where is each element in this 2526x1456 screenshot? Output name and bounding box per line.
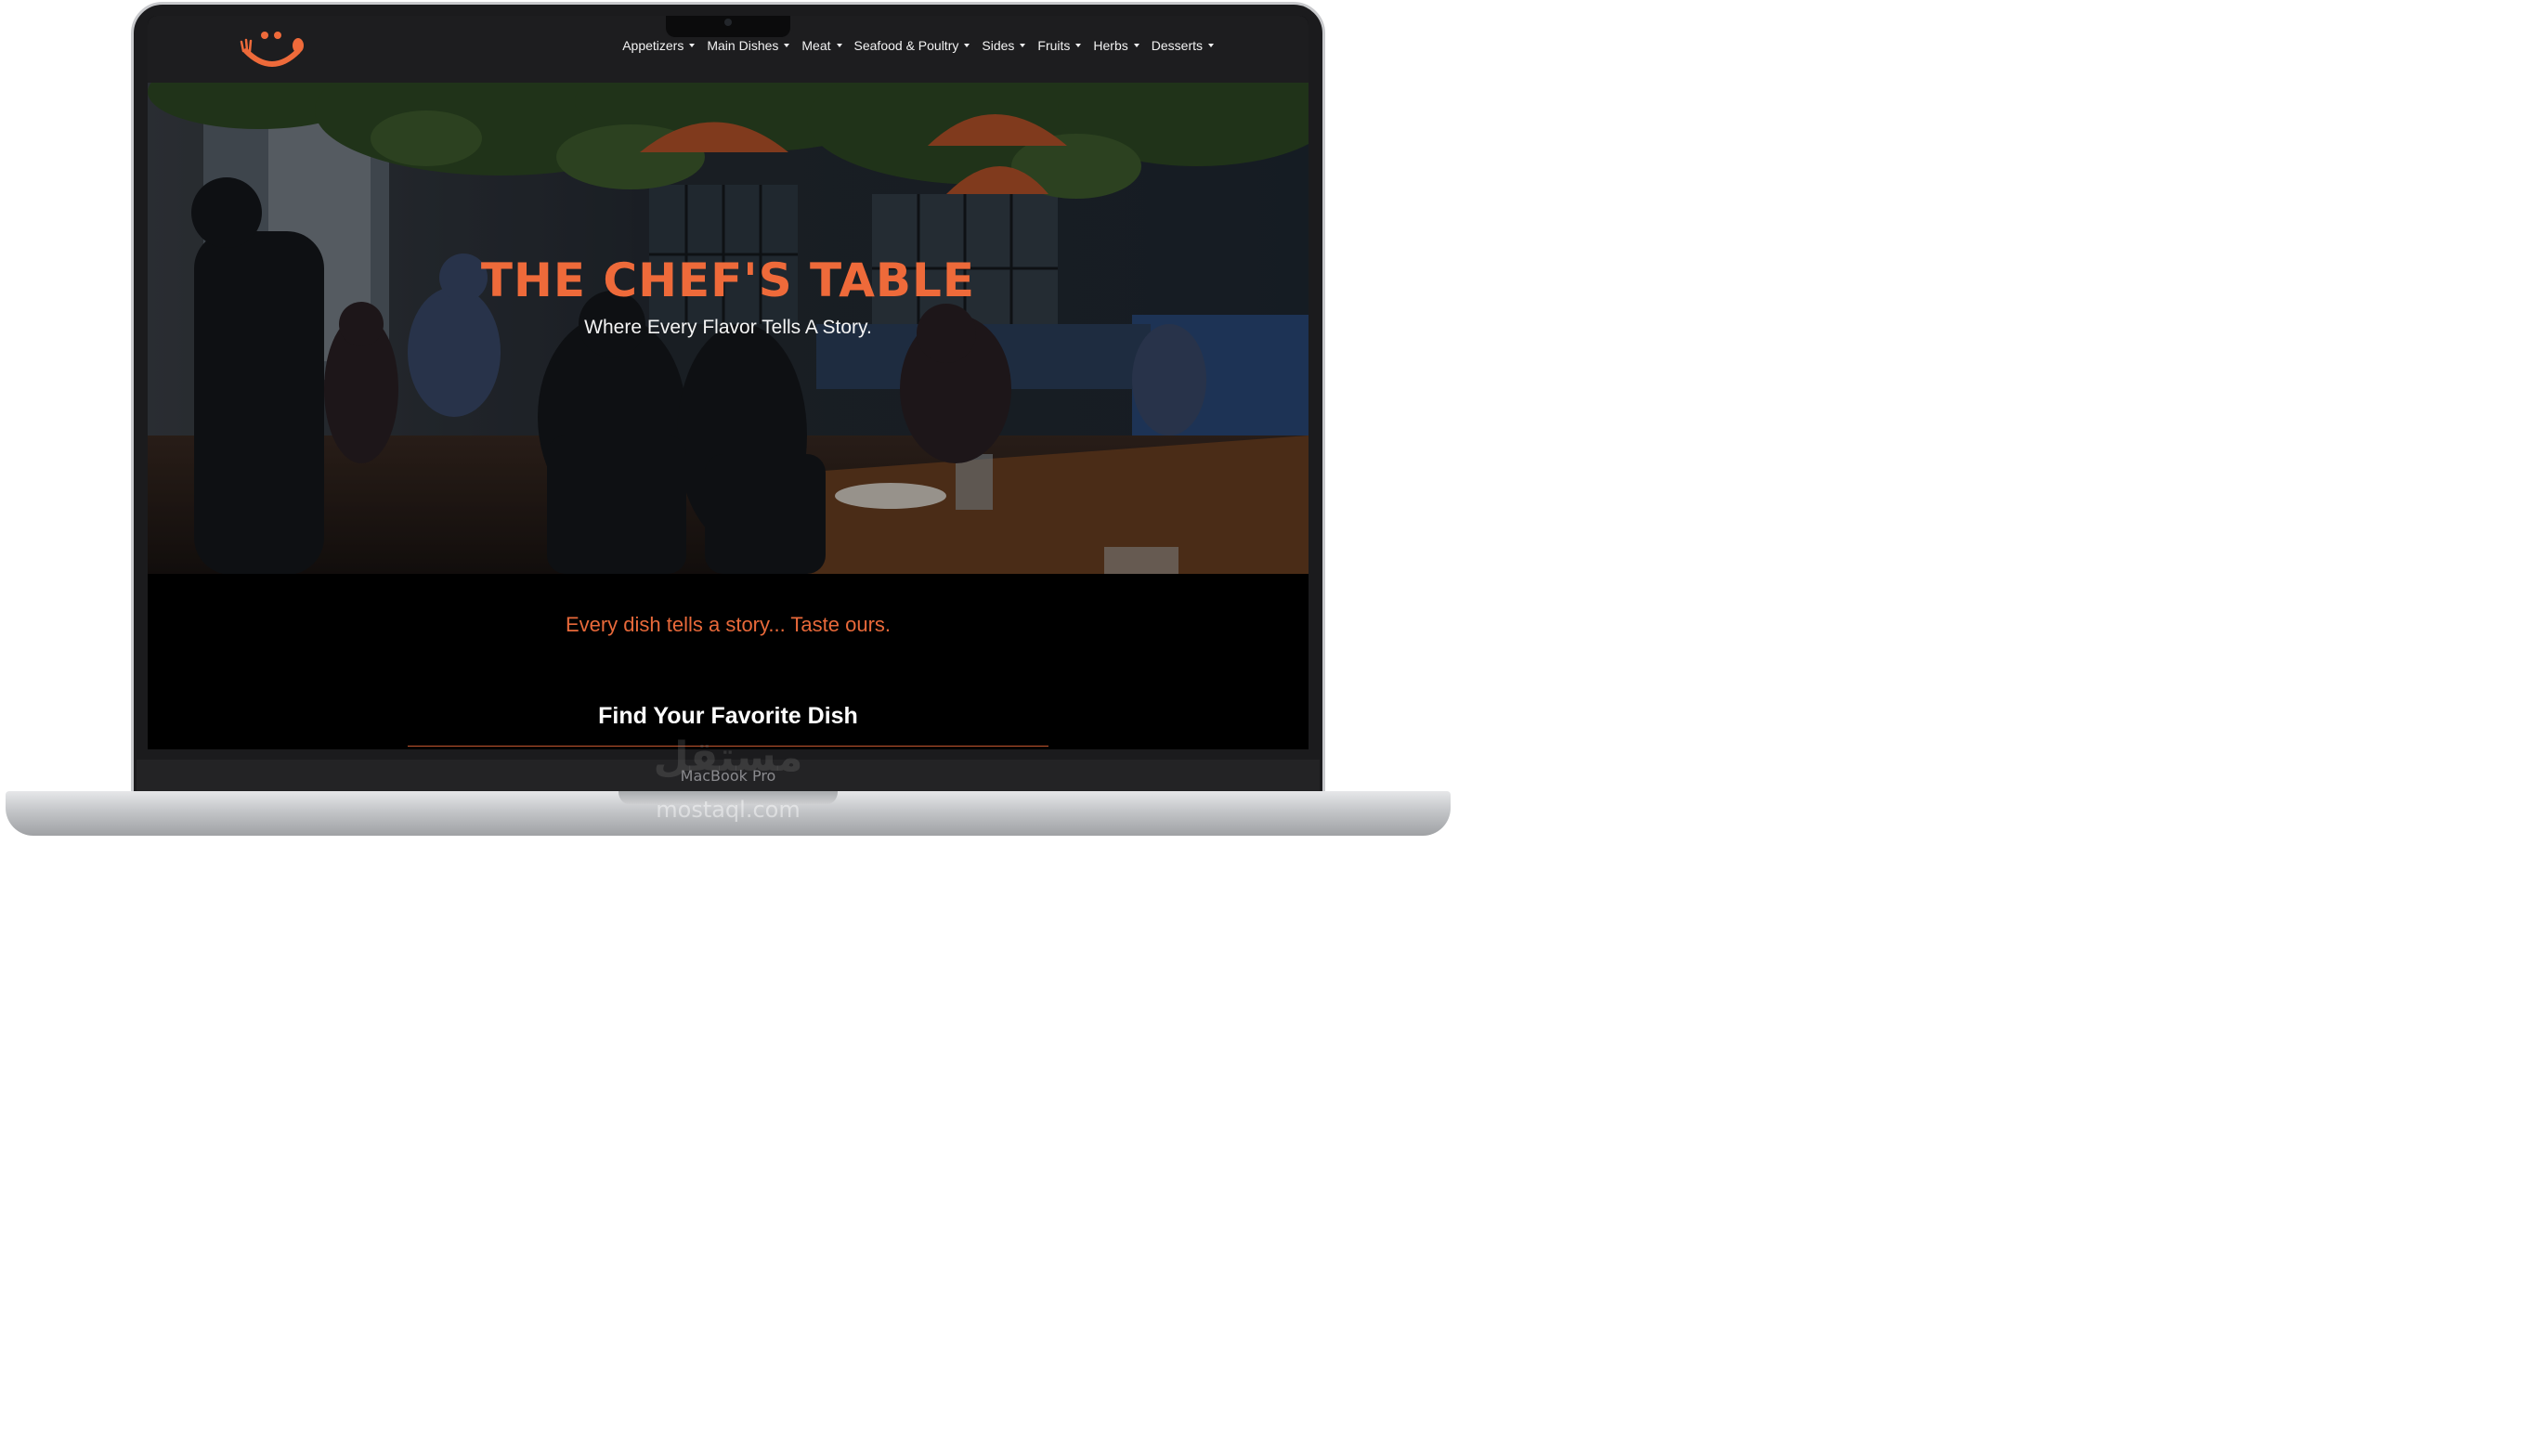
caret-down-icon xyxy=(784,44,790,47)
nav-item-label: Meat xyxy=(801,38,831,53)
section-title: Find Your Favorite Dish xyxy=(598,703,858,729)
nav-item-label: Herbs xyxy=(1093,38,1128,53)
logo-icon[interactable] xyxy=(239,29,306,72)
nav-item-label: Desserts xyxy=(1151,38,1203,53)
nav-item-seafood-poultry[interactable]: Seafood & Poultry xyxy=(854,38,970,53)
nav-item-sides[interactable]: Sides xyxy=(982,38,1026,53)
nav-item-main-dishes[interactable]: Main Dishes xyxy=(707,38,790,53)
caret-down-icon xyxy=(1208,44,1214,47)
caret-down-icon xyxy=(1075,44,1082,47)
caret-down-icon xyxy=(689,44,696,47)
hero-banner: THE CHEF'S TABLE Where Every Flavor Tell… xyxy=(148,83,1309,574)
nav-item-desserts[interactable]: Desserts xyxy=(1152,38,1214,53)
nav-item-fruits[interactable]: Fruits xyxy=(1037,38,1082,53)
nav-item-meat[interactable]: Meat xyxy=(801,38,842,53)
nav-item-label: Fruits xyxy=(1037,38,1071,53)
tagline: Every dish tells a story... Taste ours. xyxy=(565,613,892,636)
caret-down-icon xyxy=(836,44,842,47)
watermark-url: mostaql.com xyxy=(656,797,801,823)
caret-down-icon xyxy=(1133,44,1139,47)
nav-item-label: Main Dishes xyxy=(707,38,779,53)
browser-viewport: Appetizers Main Dishes Meat Seafood & Po… xyxy=(148,16,1309,749)
nav-item-herbs[interactable]: Herbs xyxy=(1093,38,1139,53)
nav-item-label: Sides xyxy=(982,38,1015,53)
caret-down-icon xyxy=(1020,44,1026,47)
camera-icon xyxy=(724,19,732,26)
watermark-logo: مستقل xyxy=(653,734,803,781)
nav-item-label: Seafood & Poultry xyxy=(853,38,959,53)
hero-title: THE CHEF'S TABLE xyxy=(480,254,976,307)
caret-down-icon xyxy=(964,44,970,47)
nav-item-appetizers[interactable]: Appetizers xyxy=(622,38,696,53)
nav-menu: Appetizers Main Dishes Meat Seafood & Po… xyxy=(622,38,1214,53)
hero-subtitle: Where Every Flavor Tells A Story. xyxy=(584,317,872,338)
nav-item-label: Appetizers xyxy=(622,38,684,53)
